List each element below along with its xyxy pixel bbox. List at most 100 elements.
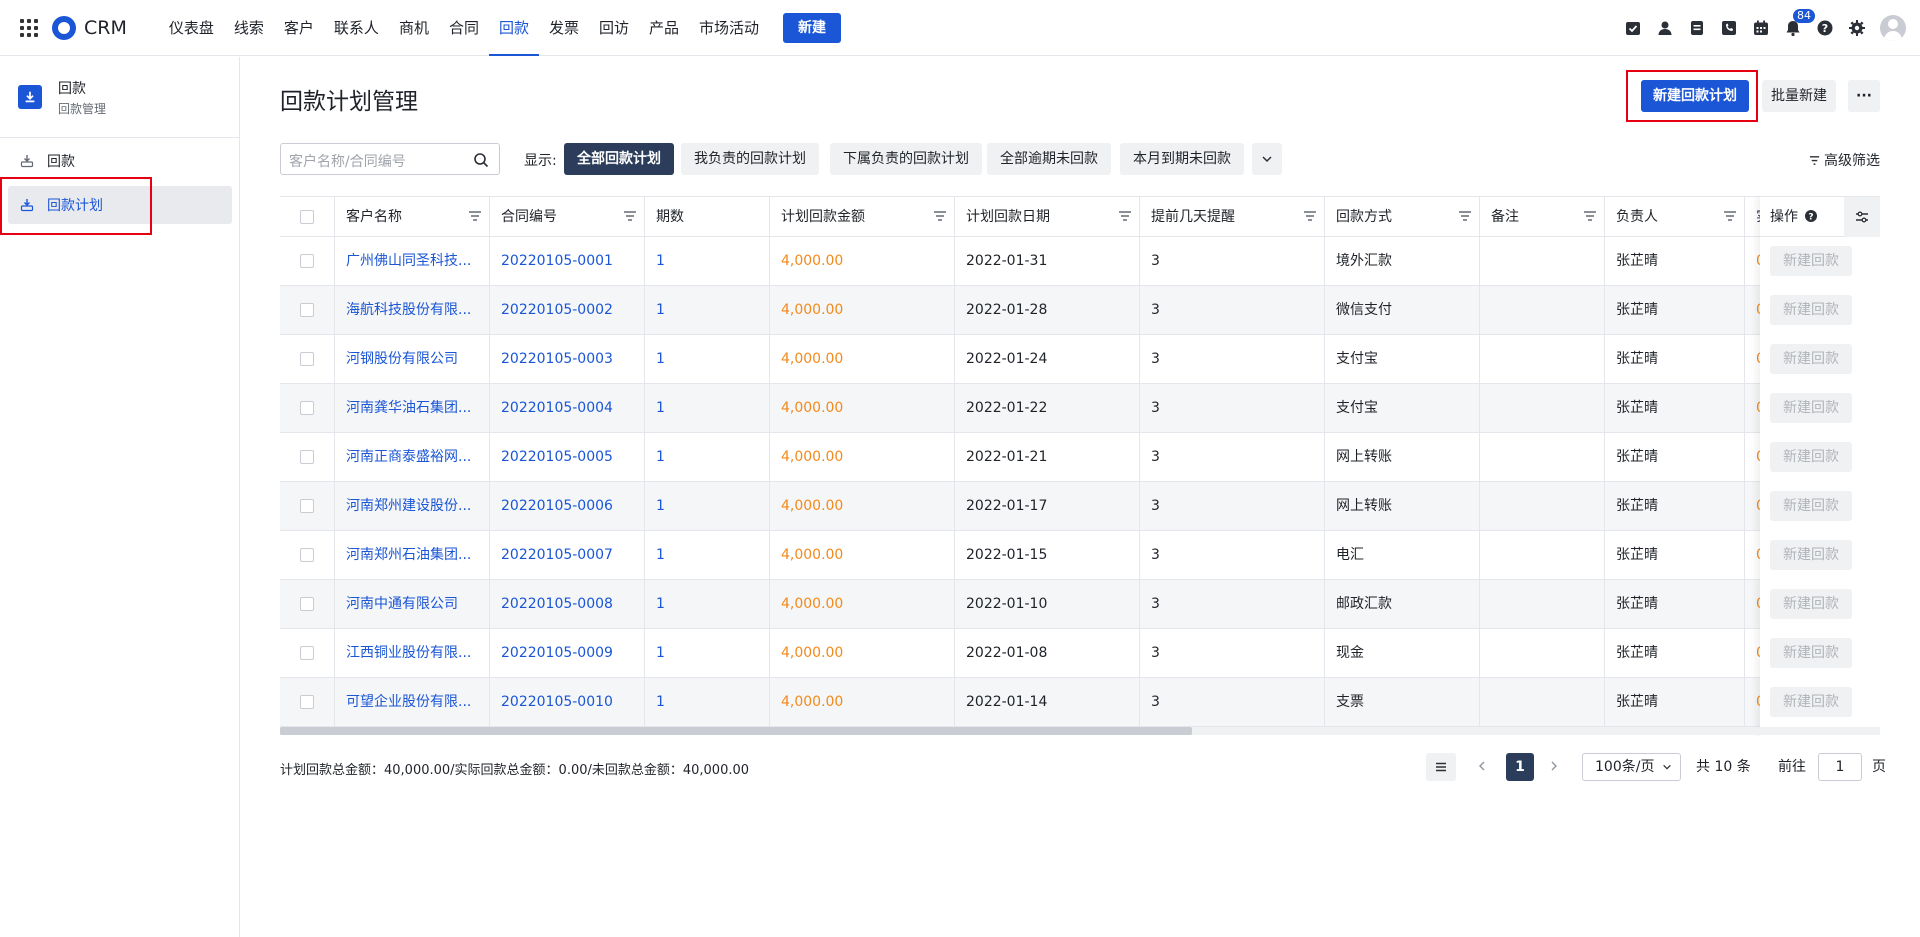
column-filter-icon[interactable] xyxy=(1304,211,1316,221)
chip-due-this-month[interactable]: 本月到期未回款 xyxy=(1120,143,1244,175)
cell-period[interactable]: 1 xyxy=(644,678,769,726)
cell-customer[interactable]: 河南正商泰盛裕网... xyxy=(334,433,489,481)
chips-more-dropdown[interactable] xyxy=(1252,143,1282,175)
row-checkbox[interactable] xyxy=(300,597,314,611)
cell-period[interactable]: 1 xyxy=(644,482,769,530)
column-filter-icon[interactable] xyxy=(469,211,481,221)
cell-contract[interactable]: 20220105-0006 xyxy=(489,482,644,530)
user-avatar[interactable] xyxy=(1880,14,1906,41)
new-payment-button[interactable]: 新建回款 xyxy=(1770,442,1852,472)
row-checkbox[interactable] xyxy=(300,450,314,464)
col-header-customer[interactable]: 客户名称 xyxy=(334,197,489,237)
select-all-checkbox[interactable] xyxy=(300,210,314,224)
apps-grid-icon[interactable] xyxy=(20,18,38,37)
scrollbar-thumb[interactable] xyxy=(280,727,1192,735)
new-payment-button[interactable]: 新建回款 xyxy=(1770,491,1852,521)
column-filter-icon[interactable] xyxy=(934,211,946,221)
nav-item[interactable]: 回款 xyxy=(488,0,539,56)
document-icon[interactable] xyxy=(1688,19,1706,37)
sidebar-item-payment[interactable]: 回款 xyxy=(8,142,232,180)
cell-customer[interactable]: 可望企业股份有限... xyxy=(334,678,489,726)
help-icon[interactable]: ? xyxy=(1816,19,1834,37)
nav-item[interactable]: 客户 xyxy=(274,0,324,56)
cell-period[interactable]: 1 xyxy=(644,237,769,285)
cell-contract[interactable]: 20220105-0001 xyxy=(489,237,644,285)
nav-item[interactable]: 联系人 xyxy=(324,0,389,56)
column-filter-icon[interactable] xyxy=(1724,211,1736,221)
cell-period[interactable]: 1 xyxy=(644,335,769,383)
row-checkbox[interactable] xyxy=(300,548,314,562)
contact-person-icon[interactable] xyxy=(1656,19,1674,37)
row-checkbox[interactable] xyxy=(300,254,314,268)
new-payment-button[interactable]: 新建回款 xyxy=(1770,540,1852,570)
column-filter-icon[interactable] xyxy=(1584,211,1596,221)
cell-contract[interactable]: 20220105-0007 xyxy=(489,531,644,579)
cell-contract[interactable]: 20220105-0005 xyxy=(489,433,644,481)
cell-contract[interactable]: 20220105-0009 xyxy=(489,629,644,677)
bell-icon[interactable]: 84 xyxy=(1784,8,1815,37)
page-number-current[interactable]: 1 xyxy=(1506,752,1534,782)
batch-new-button[interactable]: 批量新建 xyxy=(1762,80,1836,112)
cell-customer[interactable]: 河南中通有限公司 xyxy=(334,580,489,628)
row-checkbox[interactable] xyxy=(300,401,314,415)
row-checkbox[interactable] xyxy=(300,303,314,317)
cell-period[interactable]: 1 xyxy=(644,384,769,432)
chip-my-plans[interactable]: 我负责的回款计划 xyxy=(681,143,819,175)
col-header-method[interactable]: 回款方式 xyxy=(1324,197,1479,237)
cell-customer[interactable]: 河南郑州建设股份... xyxy=(334,482,489,530)
task-check-icon[interactable] xyxy=(1624,19,1642,37)
new-payment-button[interactable]: 新建回款 xyxy=(1770,589,1852,619)
cell-contract[interactable]: 20220105-0010 xyxy=(489,678,644,726)
new-payment-button[interactable]: 新建回款 xyxy=(1770,687,1852,717)
cell-contract[interactable]: 20220105-0002 xyxy=(489,286,644,334)
new-payment-button[interactable]: 新建回款 xyxy=(1770,393,1852,423)
goto-page-input[interactable]: 1 xyxy=(1818,752,1862,782)
sidebar-item-payment-plan[interactable]: 回款计划 xyxy=(8,186,232,224)
row-checkbox[interactable] xyxy=(300,352,314,366)
next-page-button[interactable] xyxy=(1548,752,1568,782)
new-payment-button[interactable]: 新建回款 xyxy=(1770,246,1852,276)
settings-gear-icon[interactable] xyxy=(1848,19,1866,37)
cell-contract[interactable]: 20220105-0004 xyxy=(489,384,644,432)
column-filter-icon[interactable] xyxy=(1459,211,1471,221)
cell-customer[interactable]: 广州佛山同圣科技... xyxy=(334,237,489,285)
col-header-owner[interactable]: 负责人 xyxy=(1604,197,1744,237)
phone-icon[interactable] xyxy=(1720,19,1738,37)
search-icon[interactable] xyxy=(473,152,489,168)
page-size-select[interactable]: 100条/页 xyxy=(1582,752,1681,782)
more-options-button[interactable]: ··· xyxy=(1848,80,1880,112)
col-header-contract[interactable]: 合同编号 xyxy=(489,197,644,237)
col-header-amount[interactable]: 计划回款金额 xyxy=(769,197,954,237)
new-payment-plan-button[interactable]: 新建回款计划 xyxy=(1641,80,1749,112)
cell-customer[interactable]: 河南郑州石油集团... xyxy=(334,531,489,579)
cell-period[interactable]: 1 xyxy=(644,531,769,579)
chip-overdue[interactable]: 全部逾期未回款 xyxy=(987,143,1111,175)
calendar-icon[interactable] xyxy=(1752,19,1770,37)
nav-item[interactable]: 线索 xyxy=(224,0,274,56)
chip-subordinate-plans[interactable]: 下属负责的回款计划 xyxy=(830,143,982,175)
page-list-toggle[interactable] xyxy=(1426,752,1456,782)
nav-item[interactable]: 市场活动 xyxy=(689,0,769,56)
cell-contract[interactable]: 20220105-0003 xyxy=(489,335,644,383)
cell-contract[interactable]: 20220105-0008 xyxy=(489,580,644,628)
cell-customer[interactable]: 江西铜业股份有限... xyxy=(334,629,489,677)
help-icon[interactable]: ? xyxy=(1804,209,1818,223)
column-filter-icon[interactable] xyxy=(1119,211,1131,221)
row-checkbox[interactable] xyxy=(300,646,314,660)
horizontal-scrollbar[interactable] xyxy=(280,727,1880,735)
cell-customer[interactable]: 海航科技股份有限... xyxy=(334,286,489,334)
col-header-remind[interactable]: 提前几天提醒 xyxy=(1139,197,1324,237)
new-payment-button[interactable]: 新建回款 xyxy=(1770,344,1852,374)
row-checkbox[interactable] xyxy=(300,499,314,513)
cell-period[interactable]: 1 xyxy=(644,286,769,334)
nav-item[interactable]: 仪表盘 xyxy=(159,0,224,56)
nav-item[interactable]: 产品 xyxy=(639,0,689,56)
advanced-filter-button[interactable]: 高级筛选 xyxy=(1809,150,1880,170)
cell-period[interactable]: 1 xyxy=(644,629,769,677)
search-input[interactable]: 客户名称/合同编号 xyxy=(280,143,500,175)
column-filter-icon[interactable] xyxy=(624,211,636,221)
nav-item[interactable]: 合同 xyxy=(439,0,489,56)
cell-period[interactable]: 1 xyxy=(644,580,769,628)
cell-customer[interactable]: 河南龚华油石集团... xyxy=(334,384,489,432)
nav-item[interactable]: 回访 xyxy=(589,0,639,56)
